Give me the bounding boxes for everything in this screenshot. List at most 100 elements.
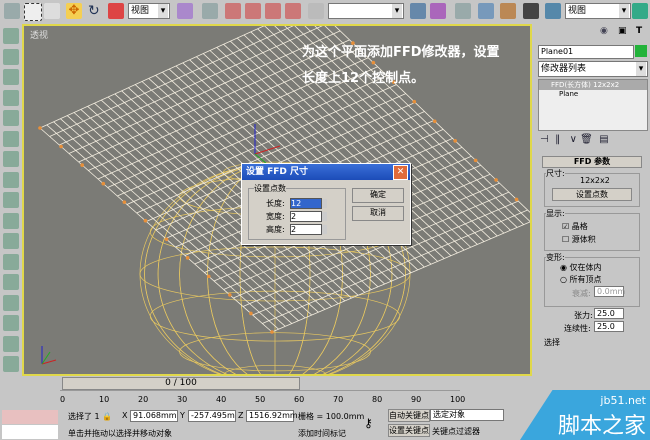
watermark-site: jb51.net [600, 394, 646, 407]
align-icon[interactable] [430, 3, 446, 19]
ffd-params-rollout[interactable]: FFD 参数 [542, 156, 642, 168]
configure-sets-icon[interactable]: ▤ [599, 134, 608, 145]
remove-modifier-icon[interactable]: 🗑 [580, 134, 593, 145]
x-coordinate[interactable]: 91.068mm [130, 410, 178, 422]
width-spinner[interactable]: 2 [290, 211, 327, 222]
lattice-checkbox[interactable]: ☑ 晶格 [562, 221, 588, 232]
spinner-snap-icon[interactable] [285, 3, 301, 19]
manipulate-icon[interactable] [202, 3, 218, 19]
size-value: 12x2x2 [580, 176, 610, 185]
length-label: 长度: [266, 199, 285, 208]
key-mode-select[interactable]: 选定对象 [430, 409, 504, 421]
scale-icon[interactable] [108, 3, 124, 19]
reactor-tool-icon[interactable] [3, 356, 19, 372]
show-end-result-icon[interactable]: ‖ [555, 134, 560, 145]
key-filters-button[interactable]: 关键点过滤器 [432, 426, 480, 437]
modifier-list-select[interactable]: 修改器列表 [538, 61, 648, 77]
edit-named-selection-icon[interactable] [308, 3, 324, 19]
rect-select-icon[interactable] [24, 3, 42, 21]
ok-button[interactable]: 确定 [352, 188, 404, 203]
stack-item-ffd[interactable]: FFD(长方体) 12x2x2 [539, 80, 647, 90]
reactor-tool-icon[interactable] [3, 274, 19, 290]
maxscript-listener[interactable] [2, 410, 58, 424]
pivot-icon[interactable] [177, 3, 193, 19]
object-color-swatch[interactable] [635, 45, 647, 57]
named-selection-select[interactable] [328, 3, 404, 19]
falloff-spinner[interactable]: 0.0mm [594, 286, 625, 297]
selection-rollout[interactable]: 选择 [544, 337, 560, 348]
display-tab-icon[interactable]: ◉ [600, 26, 608, 36]
object-name-field[interactable]: Plane01 [538, 45, 634, 59]
timeline-tick: 20 [138, 395, 149, 404]
set-key-button[interactable]: 设置关键点 [388, 424, 430, 437]
make-unique-icon[interactable]: ∨ [570, 134, 577, 145]
cancel-button[interactable]: 取消 [352, 206, 404, 221]
percent-snap-icon[interactable] [265, 3, 281, 19]
reference-coord-select[interactable]: 视图 [128, 3, 170, 19]
annotation-text: 为这个平面添加FFD修改器，设置 长度上12个控制点。 [302, 40, 500, 92]
z-coordinate[interactable]: 1516.92mm [246, 410, 298, 422]
material-editor-icon[interactable] [523, 3, 539, 19]
stack-item-plane[interactable]: Plane [539, 90, 647, 98]
tension-spinner[interactable]: 25.0 [594, 308, 624, 319]
control-point [473, 158, 478, 163]
key-icon[interactable]: ⚷ [364, 416, 373, 430]
reactor-tool-icon[interactable] [3, 212, 19, 229]
lock-icon[interactable]: 🔒 [102, 412, 112, 421]
set-number-of-points-button[interactable]: 设置点数 [552, 188, 632, 201]
pin-stack-icon[interactable]: ⊣ [540, 134, 549, 145]
reactor-tool-icon[interactable] [3, 151, 19, 167]
height-spinner[interactable]: 2 [290, 224, 327, 235]
schematic-view-icon[interactable] [500, 3, 516, 19]
only-in-volume-radio[interactable]: ◉ 仅在体内 [560, 262, 602, 273]
angle-snap-icon[interactable] [245, 3, 261, 19]
reactor-tool-icon[interactable] [3, 48, 19, 65]
window-crossing-icon[interactable] [44, 3, 60, 19]
timeline-track[interactable]: 0 10 20 30 40 50 60 70 80 90 100 [60, 390, 465, 407]
mirror-icon[interactable] [410, 3, 426, 19]
utilities-tab-icon[interactable]: T [636, 26, 642, 36]
reactor-tool-icon[interactable] [3, 294, 19, 311]
reactor-tool-icon[interactable] [3, 192, 19, 208]
annotation-line: 长度上12个控制点。 [302, 71, 425, 86]
quick-render-icon[interactable] [632, 3, 648, 19]
tension-label: 张力: [574, 311, 593, 320]
curve-editor-icon[interactable] [478, 3, 494, 19]
length-spinner[interactable]: 12 [290, 198, 327, 209]
source-volume-checkbox[interactable]: ☐ 源体积 [562, 234, 596, 245]
timeline-tick: 0 [60, 395, 66, 404]
move-icon[interactable]: ✥ [66, 3, 82, 19]
control-point [143, 218, 148, 223]
selection-status: 选择了 1 🔒 [68, 411, 112, 422]
y-coordinate[interactable]: -257.495m [188, 410, 236, 422]
render-scene-icon[interactable] [545, 3, 561, 19]
select-by-name-icon[interactable] [4, 3, 20, 19]
reactor-tool-icon[interactable] [3, 335, 19, 352]
close-button[interactable]: ✕ [393, 165, 408, 180]
layer-manager-icon[interactable] [455, 3, 471, 19]
continuity-spinner[interactable]: 25.0 [594, 321, 624, 332]
snap-3d-icon[interactable] [225, 3, 241, 19]
reactor-tool-icon[interactable] [3, 233, 19, 249]
reactor-tool-icon[interactable] [3, 89, 19, 106]
auto-key-button[interactable]: 自动关键点 [388, 409, 430, 422]
reactor-tool-icon[interactable] [3, 171, 19, 188]
render-view-select[interactable]: 视图 [565, 3, 631, 19]
reactor-tool-icon[interactable] [3, 110, 19, 126]
time-slider[interactable]: 0 / 100 [62, 377, 300, 390]
timeline-tick: 100 [450, 395, 466, 404]
reactor-tool-icon[interactable] [3, 253, 19, 270]
modifier-stack: FFD(长方体) 12x2x2 Plane [538, 79, 648, 131]
reactor-tool-icon[interactable] [3, 28, 19, 44]
add-time-tag[interactable]: 添加时间标记 [298, 428, 346, 439]
reactor-tool-icon[interactable] [3, 69, 19, 85]
control-point [412, 99, 417, 104]
world-axis-icon [41, 346, 57, 365]
reactor-tool-icon[interactable] [3, 315, 19, 331]
rotate-icon[interactable]: ↻ [88, 3, 104, 19]
all-vertices-radio[interactable]: ○ 所有顶点 [560, 274, 602, 285]
maxscript-input[interactable] [2, 425, 58, 439]
viewport-label[interactable]: 透视 [30, 28, 48, 41]
motion-tab-icon[interactable]: ▣ [618, 26, 627, 36]
reactor-tool-icon[interactable] [3, 130, 19, 147]
